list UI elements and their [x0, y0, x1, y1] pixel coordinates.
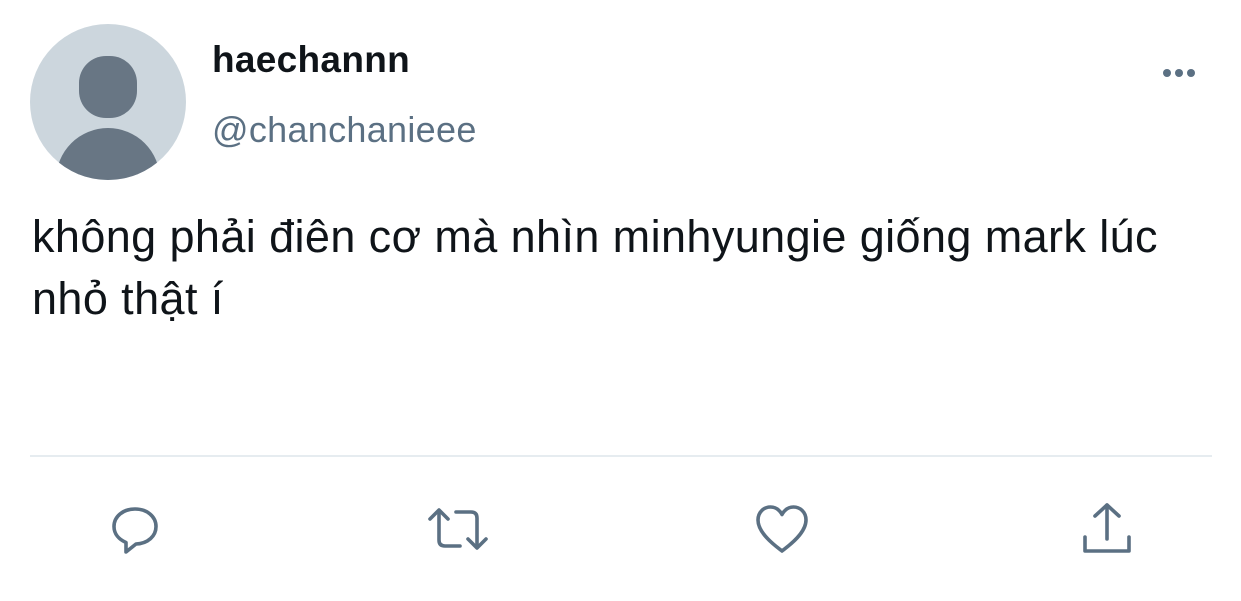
like-icon	[756, 505, 808, 553]
tweet-card: haechannn @chanchanieee không phải điên …	[0, 0, 1241, 601]
more-options-button[interactable]	[1152, 56, 1206, 90]
share-icon	[1083, 503, 1131, 553]
retweet-button[interactable]	[426, 497, 490, 561]
retweet-icon	[428, 508, 488, 550]
avatar[interactable]	[30, 24, 186, 180]
like-button[interactable]	[750, 497, 814, 561]
reply-icon	[112, 507, 158, 554]
tweet-text: không phải điên cơ mà nhìn minhyungie gi…	[32, 211, 1158, 324]
more-options-icon	[1163, 69, 1195, 77]
reply-button[interactable]	[103, 497, 167, 561]
divider	[30, 455, 1212, 457]
share-button[interactable]	[1075, 497, 1139, 561]
display-name[interactable]: haechannn	[212, 38, 410, 82]
default-profile-icon	[56, 56, 160, 180]
user-handle[interactable]: @chanchanieee	[212, 108, 477, 152]
